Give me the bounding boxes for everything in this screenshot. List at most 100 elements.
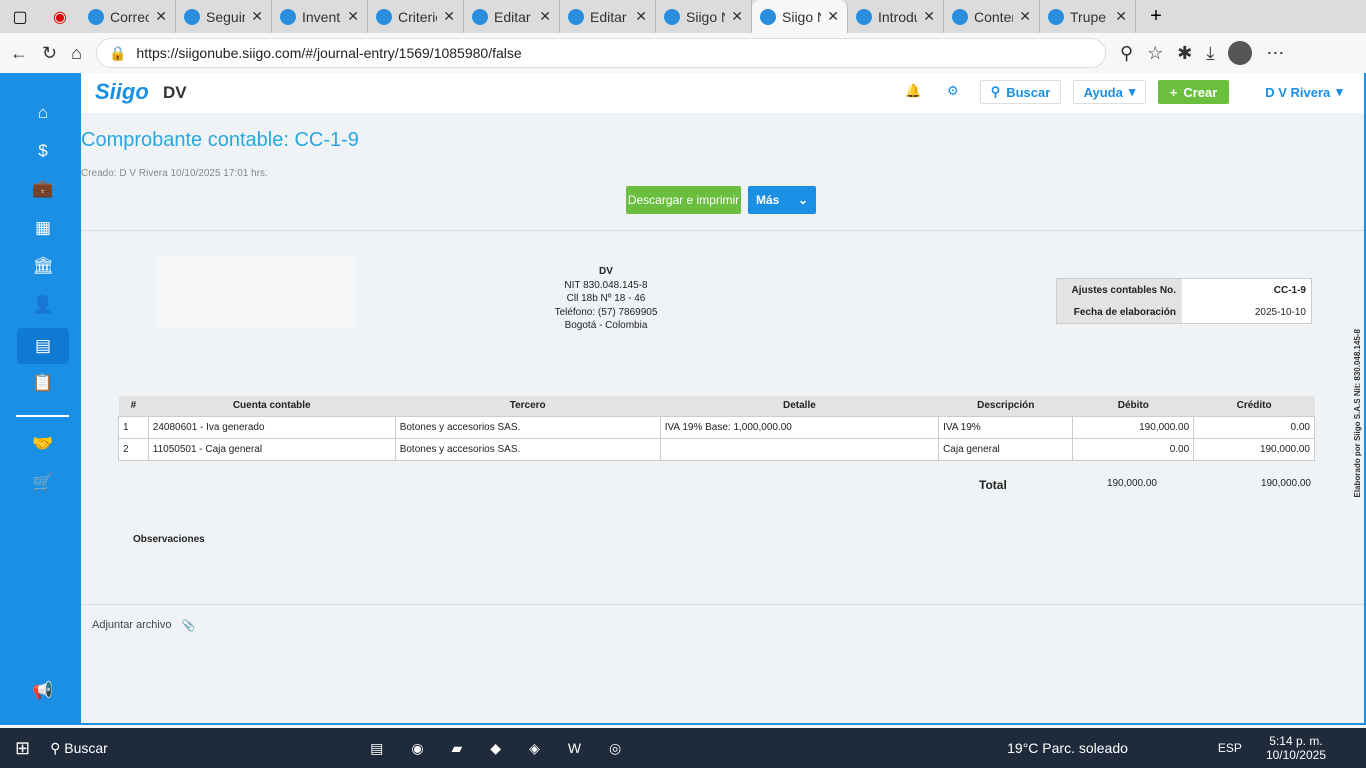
observations-label: Observaciones	[133, 534, 205, 545]
sidebar-item-home[interactable]: ⌂	[17, 95, 69, 131]
cart-icon: 🛒	[32, 473, 54, 492]
browser-tab[interactable]: Editar ✕	[560, 0, 656, 33]
profile-avatar[interactable]	[1228, 41, 1253, 65]
new-tab-icon[interactable]: +	[1136, 5, 1176, 28]
tab-favicon-icon	[952, 8, 968, 25]
table-cell	[659, 437, 940, 461]
close-icon[interactable]: ✕	[731, 8, 743, 25]
close-icon[interactable]: ✕	[923, 8, 935, 25]
sidebar-item-clipboard[interactable]: 📋	[17, 365, 69, 401]
chevron-down-icon: ▾	[1128, 84, 1136, 99]
language[interactable]: ESP	[1218, 741, 1242, 755]
column-header: Cuenta contable	[148, 396, 396, 416]
company-name: DV	[163, 83, 187, 102]
sidebar-item-document[interactable]: ▤	[17, 328, 69, 364]
sidebar: ⌂ $ 💼 ▦ 🏛 👤 ▤ 📋 🤝 🛒 📢	[5, 73, 80, 723]
back-icon[interactable]: ←	[10, 43, 28, 64]
downloads-icon[interactable]: ⤓	[1206, 43, 1214, 64]
user-menu[interactable]: D V Rivera ▾	[1259, 80, 1349, 104]
sidebar-item-cart[interactable]: 🛒	[17, 465, 69, 501]
weather[interactable]: 19°C Parc. soleado	[1007, 740, 1128, 756]
home-icon[interactable]: ⌂	[71, 43, 82, 64]
sidebar-item-megaphone[interactable]: 📢	[17, 673, 69, 709]
search-button[interactable]: ⚲ Buscar	[980, 80, 1061, 104]
browser-tab[interactable]: Inventario✕	[272, 0, 368, 33]
search-icon: ⚲	[990, 84, 1001, 99]
column-header: Crédito	[1193, 396, 1315, 416]
table-cell: 24080601 - Iva generado	[147, 415, 396, 439]
browser-tab[interactable]: Seguimiento✕	[176, 0, 272, 33]
handshake-icon: 🤝	[32, 434, 54, 453]
sidebar-item-briefcase[interactable]: 💼	[17, 171, 69, 207]
megaphone-icon: 📢	[32, 681, 54, 700]
close-icon[interactable]: ✕	[635, 8, 647, 25]
bell-icon[interactable]: 🔔	[905, 83, 921, 99]
windows-start-icon[interactable]: ⊞	[15, 738, 30, 759]
close-icon[interactable]: ✕	[539, 8, 551, 25]
table-cell: 11050501 - Caja general	[147, 437, 396, 461]
help-button[interactable]: Ayuda ▾	[1073, 80, 1146, 104]
sidebar-item-money[interactable]: $	[17, 133, 69, 169]
close-icon[interactable]: ✕	[251, 8, 263, 25]
attach-file-link[interactable]: Adjuntar archivo 📎	[92, 619, 195, 632]
tab-favicon-icon	[280, 8, 296, 25]
clock[interactable]: 5:14 p. m. 10/10/2025	[1266, 734, 1326, 762]
home-icon: ⌂	[37, 103, 49, 122]
reload-icon[interactable]: ↻	[42, 43, 57, 64]
top-bar: Siigo DV 🔔 ⚙ ⚲ Buscar Ayuda ▾ + Crear D V R…	[81, 73, 1364, 113]
browser-tab[interactable]: Siigo N✕	[752, 0, 848, 33]
record-icon[interactable]: ◉	[40, 7, 80, 27]
plus-icon: +	[1169, 84, 1178, 100]
clipboard-icon: 📋	[32, 373, 54, 392]
paperclip-icon: 📎	[181, 620, 196, 632]
url-field[interactable]: 🔒 https://siigonube.siigo.com/#/journal-e…	[95, 38, 1106, 68]
document-info: Ajustes contables No. CC-1-9 Fecha de ela…	[1056, 278, 1312, 324]
table-cell: Botones y accesorios SAS.	[394, 437, 661, 461]
close-icon[interactable]: ✕	[443, 8, 455, 25]
sidebar-item-bank[interactable]: 🏛	[17, 248, 69, 284]
zoom-icon[interactable]: ⚲	[1120, 43, 1133, 64]
browser-tab[interactable]: Trupe ✕	[1040, 0, 1136, 33]
column-header: Detalle	[660, 396, 939, 416]
close-icon[interactable]: ✕	[155, 8, 167, 25]
close-icon[interactable]: ✕	[1019, 8, 1031, 25]
menu-icon[interactable]: ⋯	[1266, 43, 1284, 64]
bank-icon: 🏛	[32, 256, 54, 275]
close-icon[interactable]: ✕	[1115, 8, 1127, 25]
siigo-app: ⌂ $ 💼 ▦ 🏛 👤 ▤ 📋 🤝 🛒 📢 Siigo DV 🔔 ⚙ ⚲ Buscar Ayuda ▾ …	[0, 73, 1366, 725]
taskbar-apps[interactable]: ▤◉▰◆◈W◎	[370, 740, 649, 757]
tab-actions-icon[interactable]: ▢	[0, 7, 40, 27]
main: Siigo DV 🔔 ⚙ ⚲ Buscar Ayuda ▾ + Crear D V R…	[81, 73, 1364, 723]
browser-tab[interactable]: Introducción✕	[848, 0, 944, 33]
sidebar-item-handshake[interactable]: 🤝	[17, 426, 69, 462]
company-header: DV NIT 830.048.145-8 Cll 18b Nº 18 - 46 …	[554, 266, 658, 332]
table-cell: 190,000.00	[1072, 415, 1195, 439]
close-icon[interactable]: ✕	[827, 8, 839, 25]
table-cell: 2	[118, 437, 149, 461]
browser-tab[interactable]: Correo ✕	[80, 0, 176, 33]
close-icon[interactable]: ✕	[347, 8, 359, 25]
created-info: Creado: D V Rivera 10/10/2025 17:01 hrs.	[81, 168, 268, 179]
download-print-button[interactable]: Descargar e imprimir	[626, 186, 741, 214]
browser-tab[interactable]: Contenido✕	[944, 0, 1040, 33]
browser-tab[interactable]: Siigo N✕	[656, 0, 752, 33]
more-button[interactable]: Más ⌄	[748, 186, 816, 214]
table-cell: 0.00	[1193, 415, 1315, 439]
briefcase-icon: 💼	[32, 179, 54, 198]
lock-icon: 🔒	[108, 44, 127, 61]
sidebar-item-user[interactable]: 👤	[17, 287, 69, 323]
address-bar-row: ← ↻ ⌂ 🔒 https://siigonube.siigo.com/#/jou…	[0, 33, 1366, 73]
favorite-icon[interactable]: ☆	[1147, 43, 1163, 64]
gear-icon[interactable]: ⚙	[947, 83, 959, 99]
chevron-down-icon: ⌄	[797, 193, 808, 207]
sidebar-item-inventory[interactable]: ▦	[17, 210, 69, 246]
table-cell: 1	[118, 415, 149, 439]
taskbar-search[interactable]: ⚲ Buscar	[50, 740, 250, 757]
table-cell: Botones y accesorios SAS.	[394, 415, 661, 439]
column-header: #	[118, 396, 149, 416]
browser-tab[interactable]: Editar ✕	[464, 0, 560, 33]
browser-tab[interactable]: Criterios✕	[368, 0, 464, 33]
extensions-icon[interactable]: ✱	[1177, 43, 1192, 64]
tab-favicon-icon	[568, 8, 584, 25]
create-button[interactable]: + Crear	[1158, 80, 1229, 104]
